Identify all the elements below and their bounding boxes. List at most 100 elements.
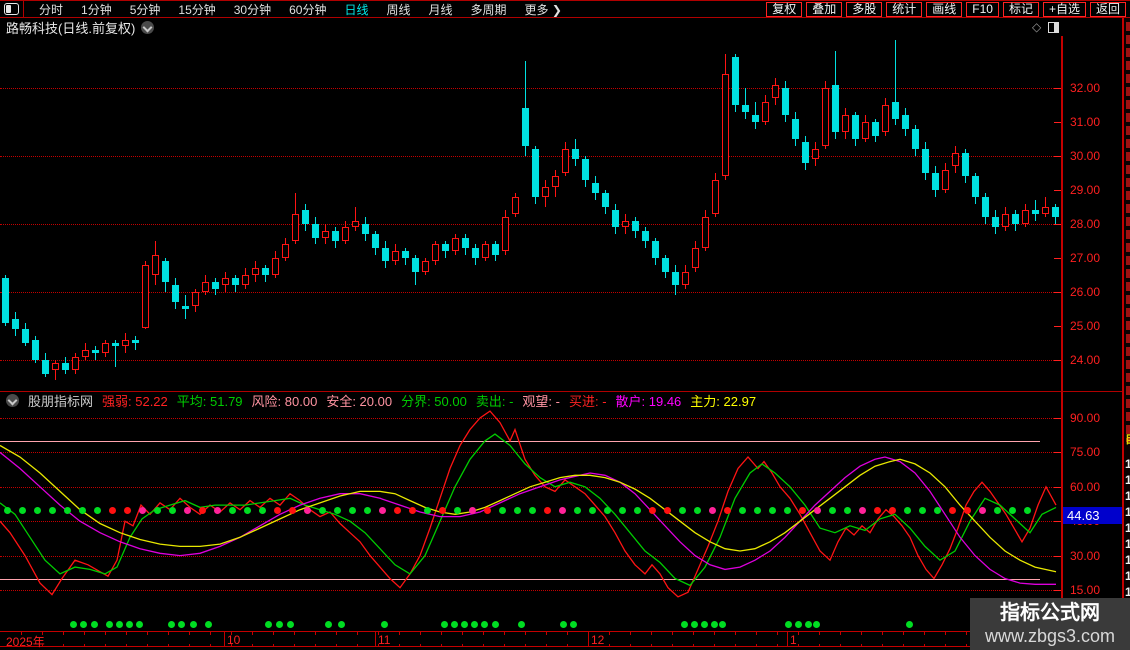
indicator-field: 分界: 50.00 — [401, 394, 467, 408]
date-tick — [42, 644, 43, 647]
toolbar-button-复权[interactable]: 复权 — [766, 1, 803, 17]
self-select-tab[interactable]: 自 — [1125, 430, 1130, 447]
date-tick — [882, 632, 883, 635]
level-dot — [859, 506, 866, 514]
date-tick — [525, 644, 526, 647]
stock-title[interactable]: 路畅科技(日线.前复权) — [6, 18, 135, 37]
indicator-collapse-icon[interactable] — [6, 394, 19, 407]
buy-signal-dot — [805, 621, 812, 628]
period-item-分时[interactable]: 分时 — [30, 0, 72, 19]
candle — [782, 88, 789, 116]
title-bar: 路畅科技(日线.前复权) — [0, 18, 1130, 36]
date-tick — [924, 632, 925, 635]
date-tick — [210, 632, 211, 635]
candle — [352, 220, 359, 228]
indicator-tick — [1054, 486, 1061, 488]
toolbar-button-F10[interactable]: F10 — [966, 1, 999, 17]
period-item-更多 ❯[interactable]: 更多 ❯ — [516, 0, 571, 19]
period-item-周线[interactable]: 周线 — [377, 0, 419, 19]
candle — [432, 244, 439, 262]
indicator-label-60.00: 60.00 — [1070, 479, 1101, 494]
period-item-多周期[interactable]: 多周期 — [462, 0, 516, 19]
toolbar-button-标记[interactable]: 标记 — [1002, 1, 1039, 17]
date-tick — [567, 632, 568, 635]
date-tick — [672, 644, 673, 647]
buy-signal-dot — [570, 621, 577, 628]
candle — [122, 339, 129, 347]
candle — [242, 275, 249, 286]
indicator-tick — [1054, 418, 1061, 419]
panel-toggle-icon[interactable] — [4, 3, 19, 15]
price-tick — [1054, 360, 1061, 361]
period-item-60分钟[interactable]: 60分钟 — [280, 0, 335, 19]
date-tick — [231, 632, 232, 635]
date-tick — [63, 644, 64, 647]
candle — [452, 237, 459, 252]
period-item-1分钟[interactable]: 1分钟 — [72, 0, 121, 19]
date-tick — [84, 632, 85, 635]
date-tick — [924, 644, 925, 647]
date-tick — [21, 632, 22, 635]
candle — [252, 268, 259, 275]
period-item-30分钟[interactable]: 30分钟 — [225, 0, 280, 19]
toolbar-button-叠加[interactable]: 叠加 — [806, 1, 843, 17]
right-sidebar-edge[interactable]: 自 111111111111 — [1122, 18, 1130, 650]
date-tick — [588, 632, 589, 635]
candle — [932, 173, 939, 190]
date-tick — [357, 644, 358, 647]
buy-signal-dot — [276, 621, 283, 628]
level-dot — [229, 506, 236, 514]
candlestick-chart[interactable] — [0, 36, 1060, 390]
toolbar-button-多股[interactable]: 多股 — [846, 1, 883, 17]
split-pane-icon[interactable] — [1048, 21, 1060, 33]
level-dot — [634, 506, 641, 514]
date-tick — [105, 632, 106, 635]
date-tick — [756, 632, 757, 635]
chevron-down-icon[interactable] — [141, 20, 155, 34]
indicator-field: 安全: 20.00 — [326, 394, 393, 408]
indicator-name[interactable]: 股朋指标网 — [28, 393, 93, 408]
toolbar-button-画线[interactable]: 画线 — [926, 1, 963, 17]
toolbar-right-buttons: 复权 叠加 多股 统计 画线 F10 标记 +自选 返回 — [766, 1, 1130, 17]
indicator-label-90.00: 90.00 — [1070, 411, 1101, 425]
candle — [82, 349, 89, 357]
date-tick — [273, 632, 274, 635]
period-item-日线[interactable]: 日线 — [335, 0, 377, 19]
date-tick — [861, 632, 862, 635]
buy-signal-dot — [168, 621, 175, 628]
date-tick — [756, 644, 757, 647]
candle — [382, 247, 389, 262]
period-item-15分钟[interactable]: 15分钟 — [169, 0, 224, 19]
price-label-29.00: 29.00 — [1070, 183, 1101, 197]
month-label-12: 12 — [591, 633, 605, 647]
date-tick — [504, 632, 505, 635]
indicator-plot[interactable] — [0, 408, 1060, 598]
level-dot — [769, 506, 776, 514]
date-tick — [252, 644, 253, 647]
candle — [2, 278, 9, 323]
period-item-5分钟[interactable]: 5分钟 — [121, 0, 170, 19]
date-tick — [483, 644, 484, 647]
diamond-icon[interactable]: ◇ — [1032, 20, 1041, 34]
date-axis — [0, 631, 1060, 647]
date-tick — [126, 632, 127, 635]
date-tick — [945, 644, 946, 647]
series-qiangruo_red — [0, 410, 1057, 598]
candle — [602, 193, 609, 207]
candle — [302, 210, 309, 224]
price-tick — [1054, 326, 1061, 327]
candle — [492, 244, 499, 255]
candle — [552, 176, 559, 187]
candle — [262, 268, 269, 275]
toolbar-button-统计[interactable]: 统计 — [886, 1, 923, 17]
toolbar-button-返回[interactable]: 返回 — [1089, 1, 1126, 17]
buy-signal-dot — [906, 621, 913, 628]
gridline-26 — [0, 292, 1060, 293]
period-item-月线[interactable]: 月线 — [420, 0, 462, 19]
price-tick — [1054, 88, 1061, 89]
toolbar-button-+自选[interactable]: +自选 — [1042, 1, 1086, 17]
candle — [822, 88, 829, 146]
candle — [762, 101, 769, 122]
date-tick — [252, 632, 253, 635]
date-tick — [336, 632, 337, 635]
